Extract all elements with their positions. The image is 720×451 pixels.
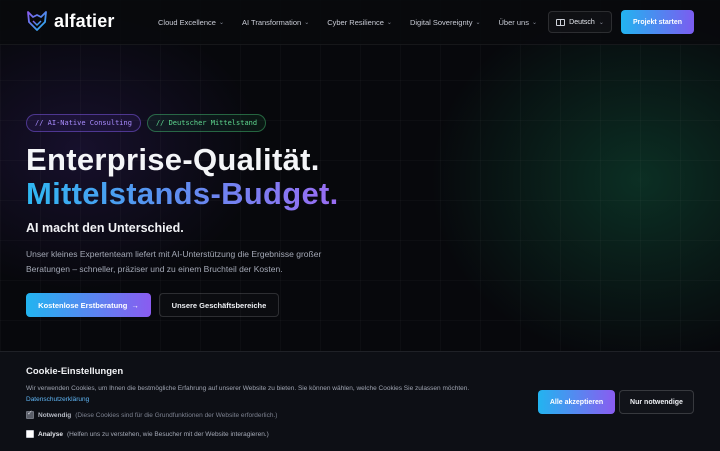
nav-item-label: Digital Sovereignty	[409, 17, 473, 27]
nav-item-cloud-excellence[interactable]: Cloud Excellence ⌄	[158, 18, 224, 27]
cookie-option-desc: (Diese Cookies sind für die Grundfunktio…	[75, 411, 278, 419]
chevron-down-icon: ⌄	[598, 19, 604, 26]
nav-item-cyber-resilience[interactable]: Cyber Resilience ⌄	[327, 18, 392, 27]
main-nav: Cloud Excellence ⌄ AI Transformation ⌄ C…	[158, 0, 555, 44]
cookie-option-analytics: Analyse (Helfen uns zu verstehen, wie Be…	[26, 430, 269, 438]
nav-item-label: Cloud Excellence	[158, 17, 216, 27]
accept-all-button[interactable]: Alle akzeptieren	[538, 390, 615, 414]
hero-title-line2: Mittelstands-Budget.	[26, 176, 339, 211]
nav-item-ueber-uns[interactable]: Über uns ⌄	[499, 18, 537, 27]
cookie-text: Wir verwenden Cookies, um Ihnen die best…	[26, 383, 476, 405]
chevron-down-icon: ⌄	[218, 19, 224, 26]
only-necessary-button[interactable]: Nur notwendige	[619, 390, 694, 414]
cookie-description: Wir verwenden Cookies, um Ihnen die best…	[26, 385, 470, 392]
cookie-banner: Cookie-Einstellungen Wir verwenden Cooki…	[0, 351, 720, 451]
free-consultation-button[interactable]: Kostenlose Erstberatung →	[26, 293, 151, 317]
chevron-down-icon: ⌄	[531, 19, 537, 26]
chevron-down-icon: ⌄	[304, 19, 310, 26]
site-header: alfatier Cloud Excellence ⌄ AI Transform…	[0, 0, 720, 45]
hero-subtitle: AI macht den Unterschied.	[26, 221, 184, 235]
hero-description: Unser kleines Expertenteam liefert mit A…	[26, 249, 322, 274]
cookie-option-name: Notwendig	[38, 411, 72, 419]
free-consultation-label: Kostenlose Erstberatung	[38, 300, 128, 310]
nav-item-digital-sovereignty[interactable]: Digital Sovereignty ⌄	[410, 18, 481, 27]
necessary-checkbox	[26, 409, 34, 419]
wolf-logo-icon	[27, 11, 47, 31]
tag-ai-native: // AI-Native Consulting	[26, 114, 141, 132]
book-icon	[556, 18, 566, 26]
hero-title-line1: Enterprise-Qualität.	[26, 142, 320, 177]
language-selector[interactable]: Deutsch ⌄	[548, 11, 612, 33]
nav-item-label: AI Transformation	[241, 17, 302, 27]
logo[interactable]: alfatier	[26, 10, 115, 32]
nav-item-label: Cyber Resilience	[327, 17, 384, 27]
language-label: Deutsch	[569, 18, 595, 26]
cookie-option-name: Analyse	[38, 430, 63, 438]
chevron-down-icon: ⌄	[475, 19, 481, 26]
cookie-title: Cookie-Einstellungen	[26, 366, 124, 377]
hero-title: Enterprise-Qualität. Mittelstands-Budget…	[26, 143, 339, 211]
hero-tags: // AI-Native Consulting // Deutscher Mit…	[26, 114, 267, 132]
nav-item-ai-transformation[interactable]: AI Transformation ⌄	[242, 18, 309, 27]
cookie-option-desc: (Helfen uns zu verstehen, wie Besucher m…	[66, 430, 269, 438]
business-areas-button[interactable]: Unsere Geschäftsbereiche	[159, 293, 279, 317]
cookie-option-necessary: Notwendig (Diese Cookies sind für die Gr…	[26, 409, 278, 419]
arrow-right-icon: →	[131, 300, 139, 310]
chevron-down-icon: ⌄	[386, 19, 392, 26]
start-project-button[interactable]: Projekt starten	[621, 10, 694, 34]
analytics-checkbox[interactable]	[26, 430, 34, 438]
privacy-policy-link[interactable]: Datenschutzerklärung	[26, 396, 89, 403]
tag-mittelstand: // Deutscher Mittelstand	[146, 114, 267, 132]
nav-item-label: Über uns	[498, 17, 529, 27]
brand-name: alfatier	[54, 10, 115, 31]
